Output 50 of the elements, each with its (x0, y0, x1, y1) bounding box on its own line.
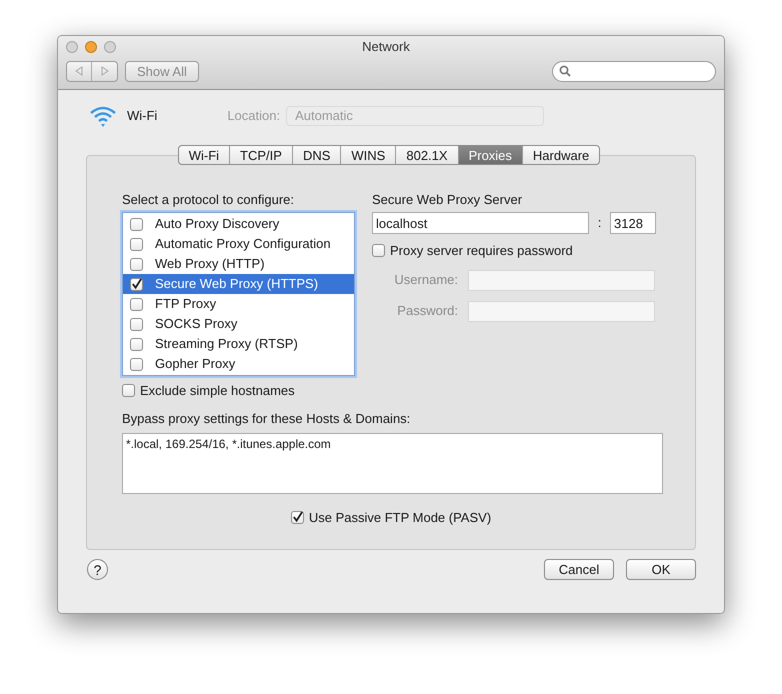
window-title: Network (362, 39, 410, 54)
back-icon (75, 66, 83, 76)
protocol-checkbox[interactable] (130, 258, 143, 270)
bypass-field[interactable]: *.local, 169.254/16, *.itunes.apple.com (122, 432, 663, 494)
protocol-row[interactable]: Web Proxy (HTTP) (123, 254, 354, 274)
tab[interactable]: Proxies (458, 146, 522, 164)
protocol-row[interactable]: Automatic Proxy Configuration (123, 234, 354, 254)
dialog-button[interactable]: Cancel (544, 559, 614, 580)
tab[interactable]: DNS (292, 146, 340, 164)
close-button[interactable] (66, 41, 78, 53)
password-required-checkbox[interactable] (372, 244, 385, 258)
dialog-button[interactable]: OK (626, 559, 696, 580)
protocol-checkbox[interactable] (130, 358, 143, 370)
search-field[interactable] (552, 60, 716, 82)
help-button[interactable]: ? (87, 559, 108, 580)
port-separator: : (596, 214, 602, 232)
protocol-label: Select a protocol to configure: (122, 191, 295, 208)
protocol-checkbox[interactable] (130, 318, 143, 330)
exclude-hostnames-label: Exclude simple hostnames (140, 382, 295, 400)
protocol-row[interactable]: Secure Web Proxy (HTTPS) (123, 274, 354, 294)
protocol-checkbox[interactable] (130, 218, 143, 230)
tab[interactable]: WINS (340, 146, 396, 164)
search-icon (559, 65, 571, 77)
protocol-row[interactable]: FTP Proxy (123, 294, 354, 314)
server-title: Secure Web Proxy Server (372, 191, 524, 208)
protocol-checkbox[interactable] (130, 278, 143, 290)
passive-ftp-checkbox[interactable] (290, 510, 304, 524)
protocol-checkbox[interactable] (130, 238, 143, 250)
tab[interactable]: TCP/IP (229, 146, 292, 164)
passive-ftp-label: Use Passive FTP Mode (PASV) (308, 508, 492, 527)
tab[interactable]: Wi-Fi (178, 146, 230, 164)
protocol-row[interactable]: SOCKS Proxy (123, 314, 354, 334)
protocol-row[interactable]: Auto Proxy Discovery (123, 214, 354, 234)
password-label: Password: (396, 302, 458, 320)
host-field[interactable]: localhost (372, 212, 589, 234)
protocol-checkbox[interactable] (130, 298, 143, 310)
protocol-row[interactable]: Gopher Proxy (123, 354, 354, 374)
bypass-label: Bypass proxy settings for these Hosts & Domains: (122, 410, 412, 426)
protocol-row[interactable]: Streaming Proxy (RTSP) (123, 334, 354, 354)
protocol-checkbox[interactable] (130, 338, 143, 350)
port-field[interactable]: 3128 (610, 212, 656, 234)
username-label: Username: (393, 271, 458, 290)
forward-icon (100, 66, 108, 76)
zoom-button[interactable] (104, 41, 116, 53)
location-label: Location: (227, 107, 280, 126)
interface-name: Wi-Fi (127, 107, 158, 126)
exclude-hostnames-checkbox[interactable] (122, 384, 135, 398)
password-required-label: Proxy server requires password (390, 242, 573, 260)
wifi-icon (88, 104, 118, 128)
minimize-button[interactable] (85, 41, 97, 53)
